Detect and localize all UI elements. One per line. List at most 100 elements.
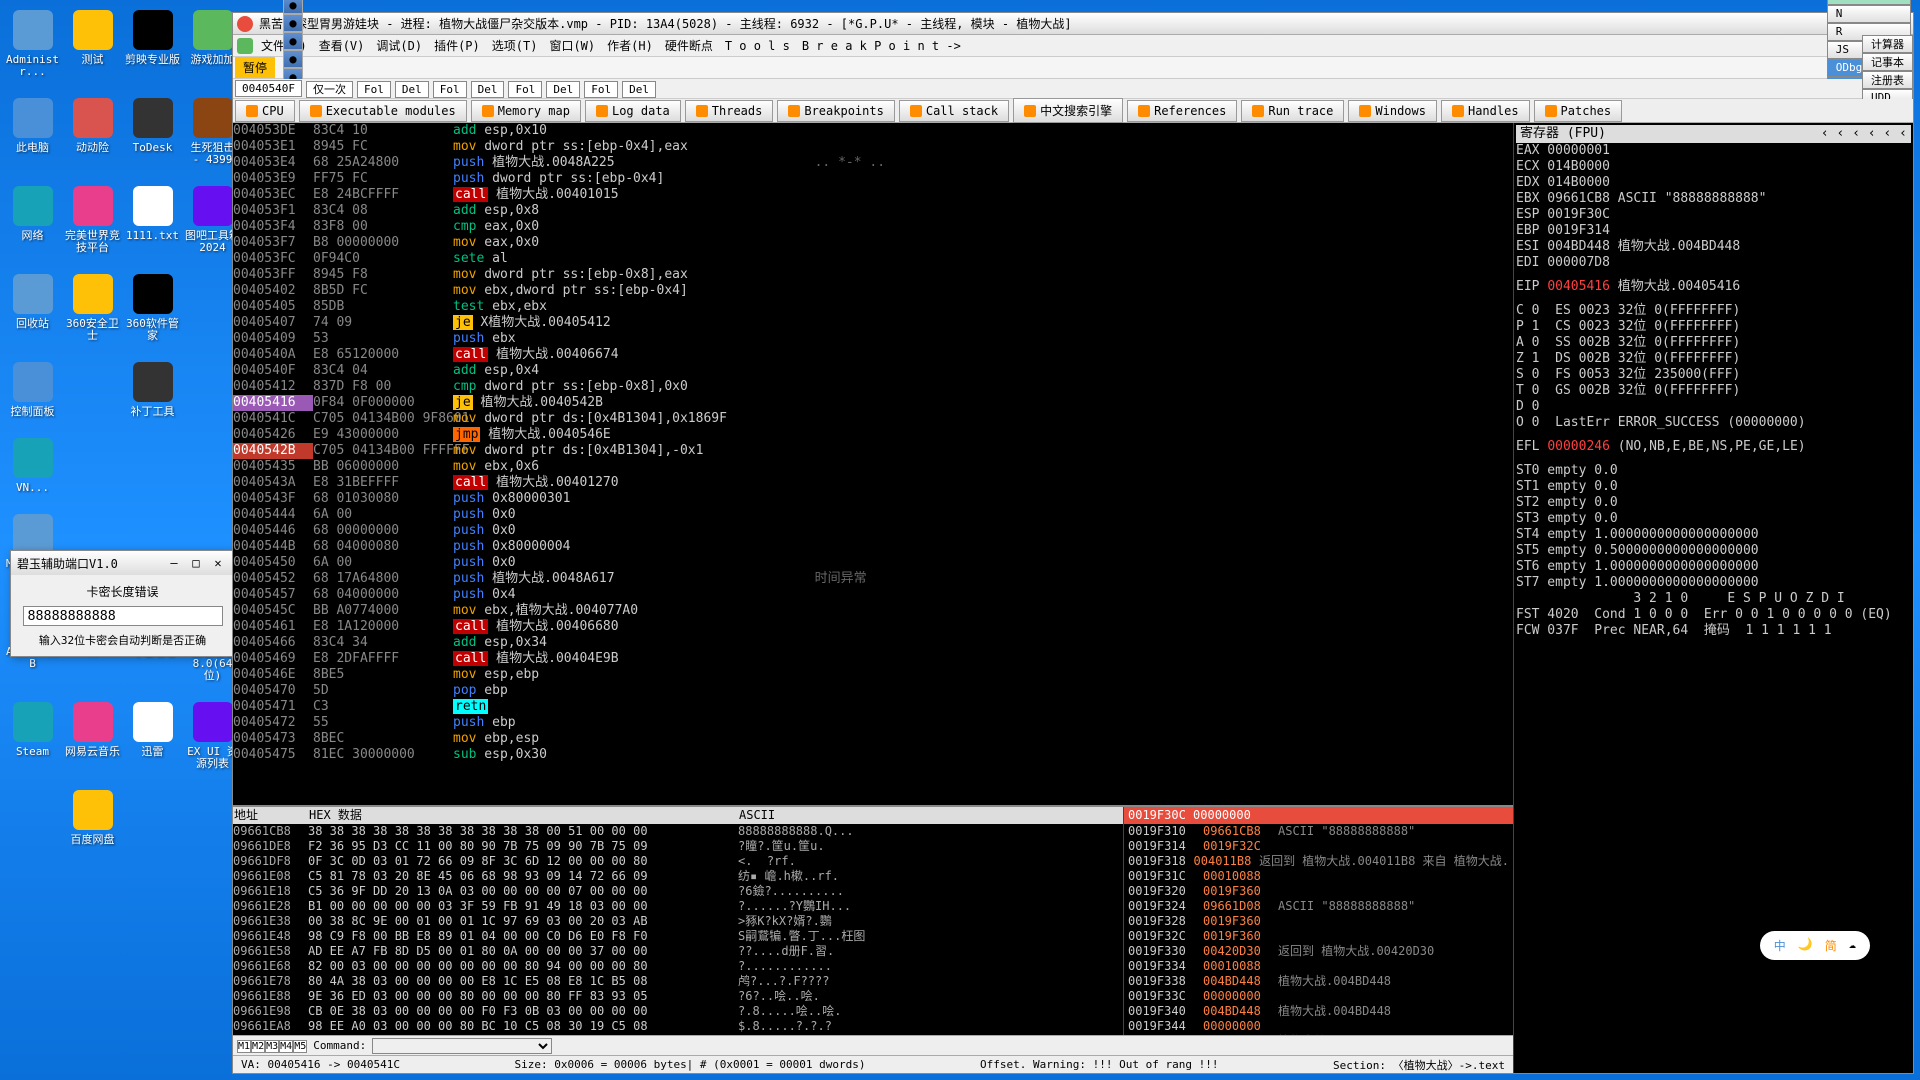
stack-panel[interactable]: 0019F30C 00000000 0019F31009661CB8ASCII … (1123, 807, 1513, 1035)
menu-item[interactable]: 调试(D) (370, 37, 428, 55)
stack-row[interactable]: 0019F34400000000 (1124, 1019, 1513, 1034)
desktop-icon[interactable]: 360软件管家 (125, 274, 180, 342)
menu-item[interactable]: 选项(T) (486, 37, 544, 55)
disasm-row[interactable]: 0040544668 00000000push 0x0 (233, 523, 1513, 539)
efl-line[interactable]: EFL 00000246 (NO,NB,E,BE,NS,PE,GE,LE) (1516, 439, 1911, 455)
toolbar-button[interactable]: ● (283, 32, 303, 50)
flag-line[interactable]: T 0 GS 002B 32位 0(FFFFFFFF) (1516, 383, 1911, 399)
flag-line[interactable]: S 0 FS 0053 32位 235000(FFF) (1516, 367, 1911, 383)
menu-item[interactable]: 作者(H) (601, 37, 659, 55)
view-tab[interactable]: Log data (585, 100, 681, 122)
disasm-row[interactable]: 00405412837D F8 00cmp dword ptr ss:[ebp-… (233, 379, 1513, 395)
toolbar-button[interactable]: ● (283, 0, 303, 14)
addr-tab[interactable]: Fol (584, 81, 618, 98)
disasm-row[interactable]: 0040540585DBtest ebx,ebx (233, 299, 1513, 315)
hex-row[interactable]: 09661DF80F 3C 0D 03 01 72 66 09 8F 3C 6D… (233, 854, 1123, 869)
disasm-row[interactable]: 0040542BC705 04134B00 FFFFFFmov dword pt… (233, 443, 1513, 459)
hex-row[interactable]: 09661CB838 38 38 38 38 38 38 38 38 38 38… (233, 824, 1123, 839)
stack-row[interactable]: 0019F33000420D30返回到 植物大战.00420D30 (1124, 944, 1513, 959)
view-tab[interactable]: Patches (1534, 100, 1623, 122)
ime-jian-icon[interactable]: 简 (1825, 937, 1837, 954)
stack-row[interactable]: 0019F340004BD448植物大战.004BD448 (1124, 1004, 1513, 1019)
desktop-icon[interactable]: 测试 (65, 10, 120, 78)
disasm-row[interactable]: 0040541CC705 04134B00 9F8601mov dword pt… (233, 411, 1513, 427)
desktop-icon[interactable]: 360安全卫士 (65, 274, 120, 342)
disasm-row[interactable]: 004054738BECmov ebp,esp (233, 731, 1513, 747)
stack-row[interactable]: 0019F338004BD448植物大战.004BD448 (1124, 974, 1513, 989)
desktop-icon[interactable]: 控制面板 (5, 362, 60, 418)
maximize-icon[interactable]: □ (186, 556, 206, 570)
disasm-row[interactable]: 0040546E8BE5mov esp,ebp (233, 667, 1513, 683)
flag-line[interactable]: D 0 (1516, 399, 1911, 415)
register-line[interactable]: EDX 014B0000 (1516, 175, 1911, 191)
toolbar-button[interactable]: ● (283, 14, 303, 32)
view-tab[interactable]: CPU (235, 100, 295, 122)
hex-row[interactable]: 09661E58AD EE A7 FB 8D D5 00 01 80 0A 00… (233, 944, 1123, 959)
addr-tab[interactable]: 仅一次 (306, 81, 353, 98)
hex-row[interactable]: 09661E08C5 81 78 03 20 8E 45 06 68 98 93… (233, 869, 1123, 884)
nav-arrows[interactable]: ‹ ‹ ‹ ‹ ‹ ‹ (1821, 126, 1907, 142)
disasm-row[interactable]: 00405471C3retn (233, 699, 1513, 715)
disasm-row[interactable]: 004053E18945 FCmov dword ptr ss:[ebp-0x4… (233, 139, 1513, 155)
disasm-row[interactable]: 004053FF8945 F8mov dword ptr ss:[ebp-0x8… (233, 267, 1513, 283)
plugin-tab[interactable]: N (1827, 5, 1911, 23)
flag-line[interactable]: O 0 LastErr ERROR_SUCCESS (00000000) (1516, 415, 1911, 431)
m-button[interactable]: M3 (265, 1040, 279, 1053)
command-input[interactable] (372, 1038, 552, 1054)
ime-toolbar[interactable]: 中 🌙 简 ☁ (1760, 931, 1870, 960)
addr-tab[interactable]: Del (395, 81, 429, 98)
desktop-icon[interactable]: 迅雷 (125, 702, 180, 770)
menu-item[interactable]: 窗口(W) (543, 37, 601, 55)
desktop-icon[interactable]: 1111.txt (125, 186, 180, 254)
hex-row[interactable]: 09661E98CB 0E 38 03 00 00 00 00 F0 F3 0B… (233, 1004, 1123, 1019)
stack-row[interactable]: 0019F33C00000000 (1124, 989, 1513, 1004)
fpu-line[interactable]: 3 2 1 0 E S P U O Z D I (1516, 591, 1911, 607)
disasm-row[interactable]: 00405461E8 1A120000call 植物大战.00406680 (233, 619, 1513, 635)
desktop-icon[interactable]: 动动险 (65, 98, 120, 166)
menu-item[interactable]: 插件(P) (428, 37, 486, 55)
stack-row[interactable]: 0019F3140019F32C (1124, 839, 1513, 854)
stack-row[interactable]: 0019F31009661CB8ASCII "88888888888" (1124, 824, 1513, 839)
fpu-line[interactable]: FST 4020 Cond 1 0 0 0 Err 0 0 1 0 0 0 0 … (1516, 607, 1911, 623)
disasm-row[interactable]: 0040546683C4 34add esp,0x34 (233, 635, 1513, 651)
desktop-icon[interactable]: 完美世界竞技平台 (65, 186, 120, 254)
tool-button[interactable]: 计算器 (1862, 35, 1913, 53)
m-button[interactable]: M1 (237, 1040, 251, 1053)
stack-row[interactable]: 0019F3280019F360 (1124, 914, 1513, 929)
disasm-row[interactable]: 00405435BB 06000000mov ebx,0x6 (233, 459, 1513, 475)
view-tab[interactable]: Windows (1348, 100, 1437, 122)
addr-tab[interactable]: Fol (357, 81, 391, 98)
fpu-line[interactable]: ST1 empty 0.0 (1516, 479, 1911, 495)
flag-line[interactable]: C 0 ES 0023 32位 0(FFFFFFFF) (1516, 303, 1911, 319)
register-line[interactable]: EDI 000007D8 (1516, 255, 1911, 271)
tool-button[interactable]: 记事本 (1862, 53, 1913, 71)
disasm-row[interactable]: 0040545768 04000000push 0x4 (233, 587, 1513, 603)
disasm-row[interactable]: 004053FC0F94C0sete al (233, 251, 1513, 267)
disasm-row[interactable]: 0040545268 17A64800push 植物大战.0048A617时间异… (233, 571, 1513, 587)
m-button[interactable]: M4 (279, 1040, 293, 1053)
ime-moon-icon[interactable]: 🌙 (1798, 937, 1813, 954)
register-line[interactable]: ESI 004BD448 植物大战.004BD448 (1516, 239, 1911, 255)
view-tab[interactable]: Run trace (1241, 100, 1344, 122)
hex-dump-panel[interactable]: 地址 HEX 数据 ASCII 09661CB838 38 38 38 38 3… (233, 807, 1123, 1035)
view-tab[interactable]: Threads (685, 100, 774, 122)
disasm-row[interactable]: 004053ECE8 24BCFFFFcall 植物大战.00401015 (233, 187, 1513, 203)
hex-row[interactable]: 09661E28B1 00 00 00 00 00 03 3F 59 FB 91… (233, 899, 1123, 914)
desktop-icon[interactable]: 网易云音乐 (65, 702, 120, 770)
desktop-icon[interactable]: VN... (5, 438, 60, 494)
menu-icon[interactable] (237, 38, 253, 54)
hex-row[interactable]: 09661E4898 C9 F8 00 BB E8 89 01 04 00 00… (233, 929, 1123, 944)
disasm-row[interactable]: 004053F483F8 00cmp eax,0x0 (233, 219, 1513, 235)
fpu-line[interactable]: FCW 037F Prec NEAR,64 掩码 1 1 1 1 1 1 (1516, 623, 1911, 639)
menu-item[interactable]: 硬件断点 (659, 37, 719, 55)
disasm-row[interactable]: 004054705Dpop ebp (233, 683, 1513, 699)
minimize-icon[interactable]: — (164, 556, 184, 570)
pause-button[interactable]: 暂停 (235, 57, 275, 78)
stack-row[interactable]: 0019F33400010088 (1124, 959, 1513, 974)
flag-line[interactable]: A 0 SS 002B 32位 0(FFFFFFFF) (1516, 335, 1911, 351)
tool-button[interactable]: 注册表 (1862, 71, 1913, 89)
view-tab[interactable]: Breakpoints (777, 100, 894, 122)
fpu-line[interactable]: ST2 empty 0.0 (1516, 495, 1911, 511)
disasm-row[interactable]: 004054506A 00push 0x0 (233, 555, 1513, 571)
desktop-icon[interactable]: 此电脑 (5, 98, 60, 166)
